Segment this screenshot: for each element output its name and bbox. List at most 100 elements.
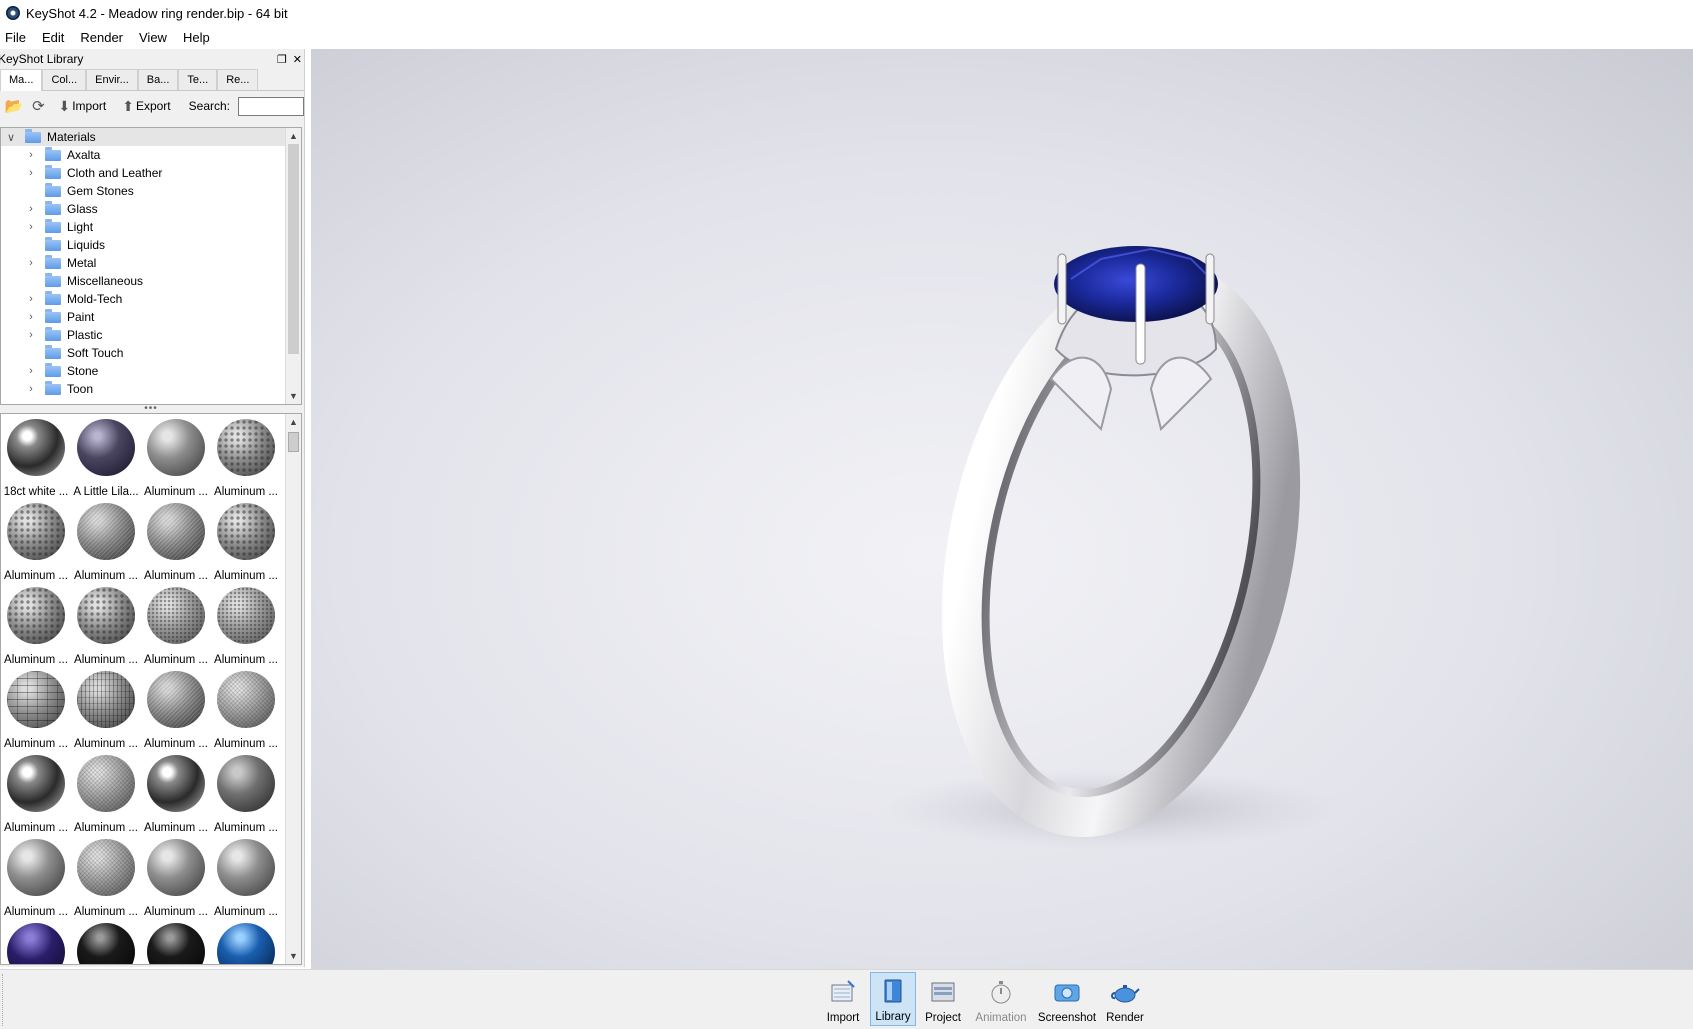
tree-item-liquids[interactable]: Liquids: [1, 236, 301, 254]
dock-library-button[interactable]: Library: [870, 972, 916, 1026]
tab-colors[interactable]: Col...: [42, 69, 87, 90]
library-export-button[interactable]: ⬆ Export: [116, 98, 176, 115]
material-thumbnail[interactable]: A Little Lila...: [71, 414, 141, 498]
scroll-up-icon[interactable]: ▲: [286, 414, 301, 430]
scroll-down-icon[interactable]: ▼: [286, 948, 301, 964]
menu-view[interactable]: View: [139, 28, 175, 47]
chevron-right-icon[interactable]: ›: [25, 149, 37, 161]
tree-item-gem-stones[interactable]: Gem Stones: [1, 182, 301, 200]
tree-item-toon[interactable]: › Toon: [1, 380, 301, 398]
tree-item-metal[interactable]: › Metal: [1, 254, 301, 272]
material-thumbnail[interactable]: Aluminum ...: [211, 750, 281, 834]
library-import-button[interactable]: ⬇ Import: [52, 98, 112, 115]
scroll-down-icon[interactable]: ▼: [286, 388, 301, 404]
material-thumbnail[interactable]: Aluminum ...: [141, 834, 211, 918]
chevron-right-icon[interactable]: ›: [25, 167, 37, 179]
tree-item-miscellaneous[interactable]: Miscellaneous: [1, 272, 301, 290]
chevron-right-icon[interactable]: ›: [25, 257, 37, 269]
material-thumbnail[interactable]: Aluminum ...: [1, 666, 71, 750]
chevron-right-icon[interactable]: ›: [25, 293, 37, 305]
scroll-thumb[interactable]: [288, 432, 299, 452]
tab-backplates[interactable]: Ba...: [137, 69, 179, 90]
tree-root[interactable]: ∨ Materials: [1, 128, 301, 146]
material-thumbnail[interactable]: Aluminum ...: [211, 834, 281, 918]
material-thumbnail[interactable]: Aluminum ...: [141, 666, 211, 750]
material-thumbnail[interactable]: 18ct white ...: [1, 414, 71, 498]
menu-file[interactable]: File: [5, 28, 34, 47]
close-panel-icon[interactable]: ✕: [293, 53, 302, 66]
chevron-right-icon[interactable]: ›: [25, 383, 37, 395]
tree-item-plastic[interactable]: › Plastic: [1, 326, 301, 344]
material-sphere-preview: [217, 671, 275, 729]
tree-item-soft-touch[interactable]: Soft Touch: [1, 344, 301, 362]
material-thumbnail[interactable]: Aluminum ...: [141, 414, 211, 498]
project-icon: [928, 979, 958, 1012]
dock-animation-button[interactable]: Animation: [970, 972, 1032, 1026]
material-thumbnail[interactable]: Aluminum ...: [71, 666, 141, 750]
menu-render[interactable]: Render: [80, 28, 131, 47]
material-thumbnail[interactable]: Aluminum ...: [71, 498, 141, 582]
tab-textures[interactable]: Te...: [178, 69, 218, 90]
tree-item-cloth-and-leather[interactable]: › Cloth and Leather: [1, 164, 301, 182]
down-arrow-icon: ⬇: [58, 97, 71, 114]
material-thumbnail[interactable]: Aluminum ...: [211, 666, 281, 750]
material-thumbnail[interactable]: [141, 918, 211, 964]
dock-button-label: Animation: [975, 1012, 1027, 1024]
material-thumbnail[interactable]: Aluminum ...: [211, 582, 281, 666]
material-thumbnail[interactable]: Aluminum ...: [71, 834, 141, 918]
chevron-right-icon[interactable]: ›: [25, 311, 37, 323]
menu-edit[interactable]: Edit: [42, 28, 72, 47]
refresh-icon[interactable]: ⟳: [28, 96, 48, 116]
chevron-right-icon[interactable]: ›: [25, 365, 37, 377]
tree-item-paint[interactable]: › Paint: [1, 308, 301, 326]
dock-screenshot-button[interactable]: Screenshot: [1036, 972, 1098, 1026]
folder-icon: [25, 128, 41, 143]
chevron-right-icon[interactable]: ›: [25, 329, 37, 341]
material-thumbnail[interactable]: [71, 918, 141, 964]
tab-renderings[interactable]: Re...: [217, 69, 259, 90]
material-sphere-preview: [77, 671, 135, 729]
tab-environments[interactable]: Envir...: [86, 69, 138, 90]
dock-project-button[interactable]: Project: [920, 972, 966, 1026]
scroll-up-icon[interactable]: ▲: [286, 128, 301, 144]
material-thumbnail[interactable]: Aluminum ...: [211, 414, 281, 498]
dock-render-button[interactable]: Render: [1102, 972, 1148, 1026]
material-thumbnail[interactable]: Aluminum ...: [71, 750, 141, 834]
folder-icon: [45, 362, 61, 377]
material-thumbnail[interactable]: Aluminum ...: [1, 498, 71, 582]
toolbar-grip[interactable]: [2, 974, 4, 1026]
material-sphere-preview: [147, 671, 205, 729]
material-thumbnail[interactable]: Aluminum ...: [141, 750, 211, 834]
chevron-right-icon[interactable]: ›: [25, 203, 37, 215]
menu-help[interactable]: Help: [183, 28, 218, 47]
float-panel-icon[interactable]: ❐: [277, 53, 287, 66]
material-thumbnail[interactable]: Aluminum ...: [141, 498, 211, 582]
render-viewport[interactable]: [311, 49, 1693, 969]
search-input[interactable]: [238, 96, 304, 116]
tree-item-glass[interactable]: › Glass: [1, 200, 301, 218]
tree-item-axalta[interactable]: › Axalta: [1, 146, 301, 164]
scroll-thumb[interactable]: [288, 144, 299, 354]
chevron-right-icon[interactable]: ›: [25, 221, 37, 233]
folder-icon: [45, 236, 61, 251]
material-thumbnail[interactable]: [211, 918, 281, 964]
dock-import-button[interactable]: Import: [820, 972, 866, 1026]
tree-item-stone[interactable]: › Stone: [1, 362, 301, 380]
tree-item-light[interactable]: › Light: [1, 218, 301, 236]
material-label: Aluminum ...: [144, 654, 208, 666]
material-thumbnail[interactable]: Aluminum ...: [1, 582, 71, 666]
grid-scrollbar[interactable]: ▲ ▼: [285, 414, 301, 964]
material-thumbnail[interactable]: Aluminum ...: [1, 750, 71, 834]
tab-materials[interactable]: Ma...: [0, 69, 43, 91]
open-folder-icon[interactable]: 📂: [4, 96, 24, 116]
material-thumbnail[interactable]: [1, 918, 71, 964]
material-thumbnail[interactable]: Aluminum ...: [141, 582, 211, 666]
tree-item-label: Cloth and Leather: [67, 166, 163, 180]
tree-item-mold-tech[interactable]: › Mold-Tech: [1, 290, 301, 308]
chevron-down-icon[interactable]: ∨: [5, 131, 17, 144]
material-thumbnail[interactable]: Aluminum ...: [211, 498, 281, 582]
tree-scrollbar[interactable]: ▲ ▼: [285, 128, 301, 404]
material-thumbnail[interactable]: Aluminum ...: [71, 582, 141, 666]
material-thumbnail[interactable]: Aluminum ...: [1, 834, 71, 918]
material-label: Aluminum ...: [74, 906, 138, 918]
